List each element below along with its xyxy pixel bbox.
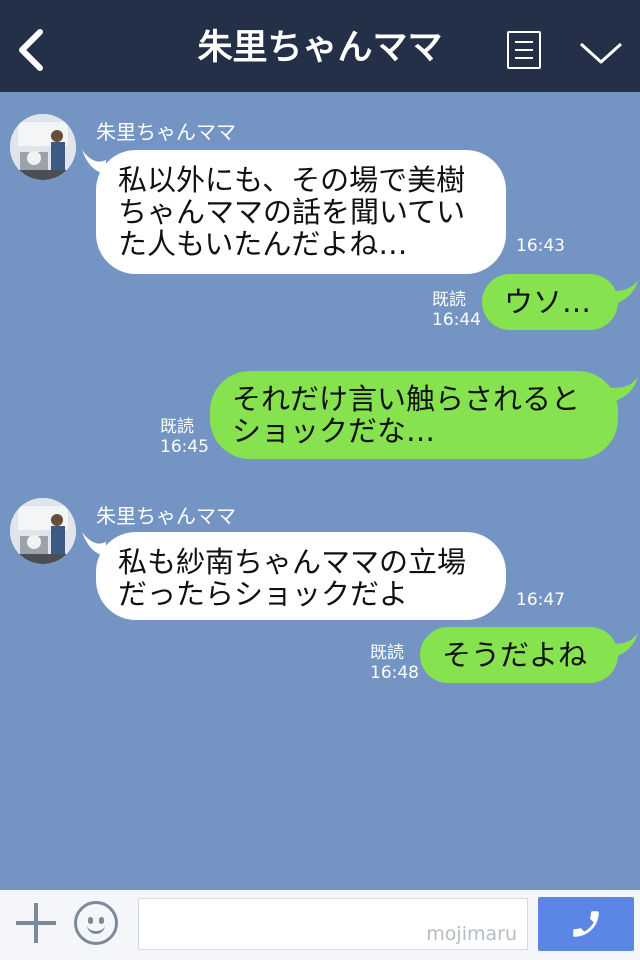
- chat-header: 朱里ちゃんママ: [0, 0, 640, 92]
- message-bubble-outgoing[interactable]: ウソ…: [482, 274, 618, 330]
- emoji-icon[interactable]: [74, 901, 118, 945]
- phone-icon: [573, 911, 599, 937]
- watermark: mojimaru: [426, 923, 517, 945]
- call-button[interactable]: [538, 897, 634, 951]
- read-receipt: 既読 16:44: [432, 290, 481, 330]
- message-bubble-outgoing[interactable]: それだけ言い触らされると ショックだな…: [210, 371, 618, 459]
- avatar[interactable]: [10, 114, 76, 180]
- message-bubble-incoming[interactable]: 私も紗南ちゃんママの立場 だったらショックだよ: [96, 532, 506, 620]
- message-bubble-incoming[interactable]: 私以外にも、その場で美樹 ちゃんママの話を聞いてい た人もいたんだよね…: [96, 150, 506, 274]
- message-time: 16:47: [516, 590, 565, 610]
- message-bubble-outgoing[interactable]: そうだよね: [420, 627, 618, 683]
- chat-title: 朱里ちゃんママ: [197, 28, 443, 68]
- plus-icon[interactable]: [16, 903, 56, 943]
- avatar[interactable]: [10, 498, 76, 564]
- message-time: 16:43: [516, 236, 565, 256]
- read-receipt: 既読 16:45: [160, 417, 209, 457]
- chevron-down-icon[interactable]: [578, 38, 624, 68]
- read-receipt: 既読 16:48: [370, 643, 419, 683]
- sender-name: 朱里ちゃんママ: [96, 504, 236, 528]
- sender-name: 朱里ちゃんママ: [96, 120, 236, 144]
- message-list: 朱里ちゃんママ 私以外にも、その場で美樹 ちゃんママの話を聞いてい た人もいたん…: [0, 92, 640, 890]
- message-input[interactable]: mojimaru: [138, 898, 528, 950]
- menu-icon[interactable]: [507, 31, 541, 69]
